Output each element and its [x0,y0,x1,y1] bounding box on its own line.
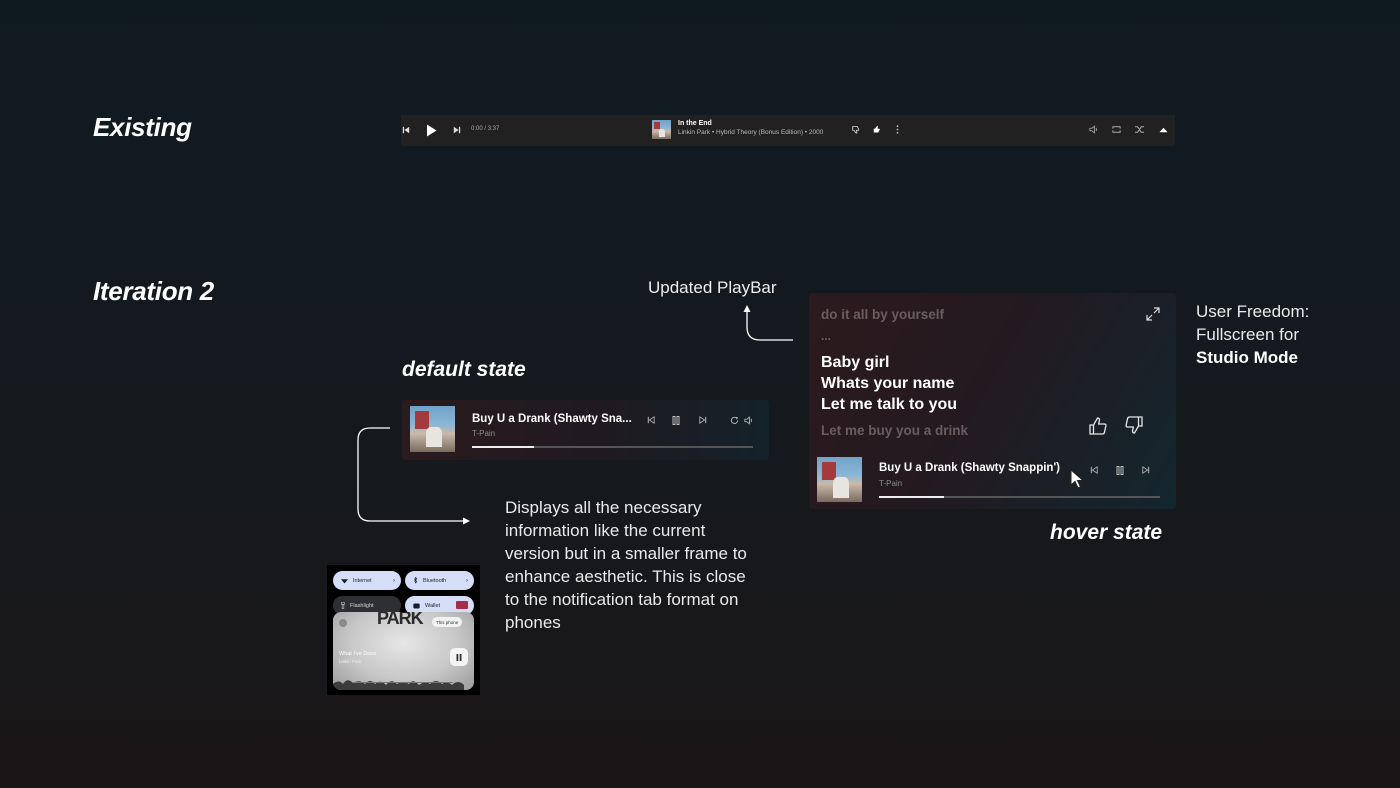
hover-progress-bar[interactable] [879,496,1160,498]
flashlight-icon [341,602,345,609]
phone-seek-bar[interactable] [353,682,453,683]
bluetooth-icon [413,577,418,584]
thumbs-up-icon[interactable] [1087,415,1109,437]
internet-tile[interactable]: Internet › [333,571,401,590]
bluetooth-tile-label: Bluetooth [423,577,447,584]
previous-icon[interactable] [646,415,656,425]
output-chip-label: This phone [436,619,459,625]
bluetooth-tile[interactable]: Bluetooth › [405,571,474,590]
default-progress-bar[interactable] [472,446,753,448]
replay-icon[interactable] [729,415,739,425]
album-text: PARK [377,612,424,628]
thumbs-down-icon[interactable] [1123,414,1145,436]
album-art[interactable] [410,406,455,452]
hover-track-title[interactable]: Buy U a Drank (Shawty Snappin') [879,462,1060,474]
hover-track-artist[interactable]: T-Pain [879,479,902,488]
phone-track-title: What I've Done [339,651,377,657]
output-chip[interactable]: This phone [432,617,463,627]
app-icon [339,619,347,627]
phone-pause-button[interactable] [450,648,468,666]
volume-icon[interactable] [743,415,754,425]
phone-media-card[interactable]: PARK This phone What I've Done Linkin Pa… [333,612,474,690]
default-track-title[interactable]: Buy U a Drank (Shawty Sna... [472,413,632,425]
album-art[interactable] [817,457,862,502]
flashlight-tile-label: Flashlight [350,602,374,609]
default-state-player[interactable]: Buy U a Drank (Shawty Sna... T-Pain [402,400,769,460]
wallet-tile-label: Wallet [425,602,441,609]
phone-track-artist: Linkin Park [339,659,362,664]
hover-progress-fill [879,496,944,498]
lyric-current-2: Whats your name [821,375,955,392]
next-icon[interactable] [698,415,708,425]
internet-tile-label: Internet [353,577,372,584]
next-icon[interactable] [1141,465,1151,475]
mouse-cursor-icon [1068,468,1086,490]
lyric-previous: do it all by yourself [821,307,945,322]
lyric-ellipsis: ... [821,329,832,343]
lyric-current-1: Baby girl [821,354,890,371]
pause-icon[interactable] [671,415,681,425]
wallet-icon [413,603,420,609]
chevron-right-icon: › [393,577,395,584]
annotation-arrows [357,305,793,525]
pause-icon[interactable] [1115,465,1125,475]
default-track-artist[interactable]: T-Pain [472,429,495,438]
hover-state-player[interactable]: do it all by yourself ... Baby girl What… [809,293,1176,509]
lyric-next: Let me buy you a drink [821,423,969,438]
lyric-current-3: Let me talk to you [821,396,958,413]
default-progress-fill [472,446,534,448]
pause-icon [456,653,462,661]
fullscreen-icon[interactable] [1145,306,1161,322]
phone-quick-settings-reference: Internet › Bluetooth › Flashlight Wallet… [327,565,480,695]
previous-icon[interactable] [1089,465,1099,475]
chevron-right-icon: › [466,577,468,584]
wifi-icon [341,578,348,584]
card-icon [456,601,468,609]
